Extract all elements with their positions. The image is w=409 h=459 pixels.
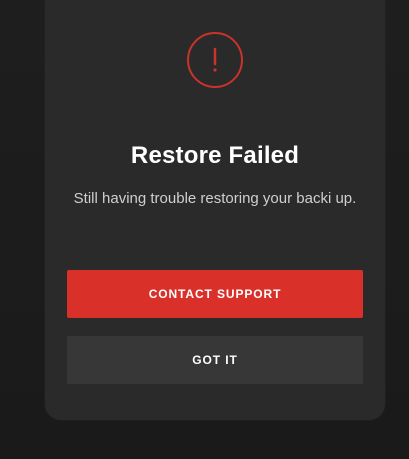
- dialog-message: Still having trouble restoring your back…: [73, 190, 357, 207]
- got-it-label: GOT IT: [192, 353, 238, 367]
- exclamation-circle-icon: [187, 32, 243, 88]
- contact-support-button[interactable]: CONTACT SUPPORT: [67, 270, 363, 318]
- got-it-button[interactable]: GOT IT: [67, 336, 363, 384]
- dialog-title: Restore Failed: [130, 142, 300, 169]
- contact-support-label: CONTACT SUPPORT: [148, 287, 282, 301]
- restore-failed-dialog: Restore Failed Still having trouble rest…: [45, 0, 385, 420]
